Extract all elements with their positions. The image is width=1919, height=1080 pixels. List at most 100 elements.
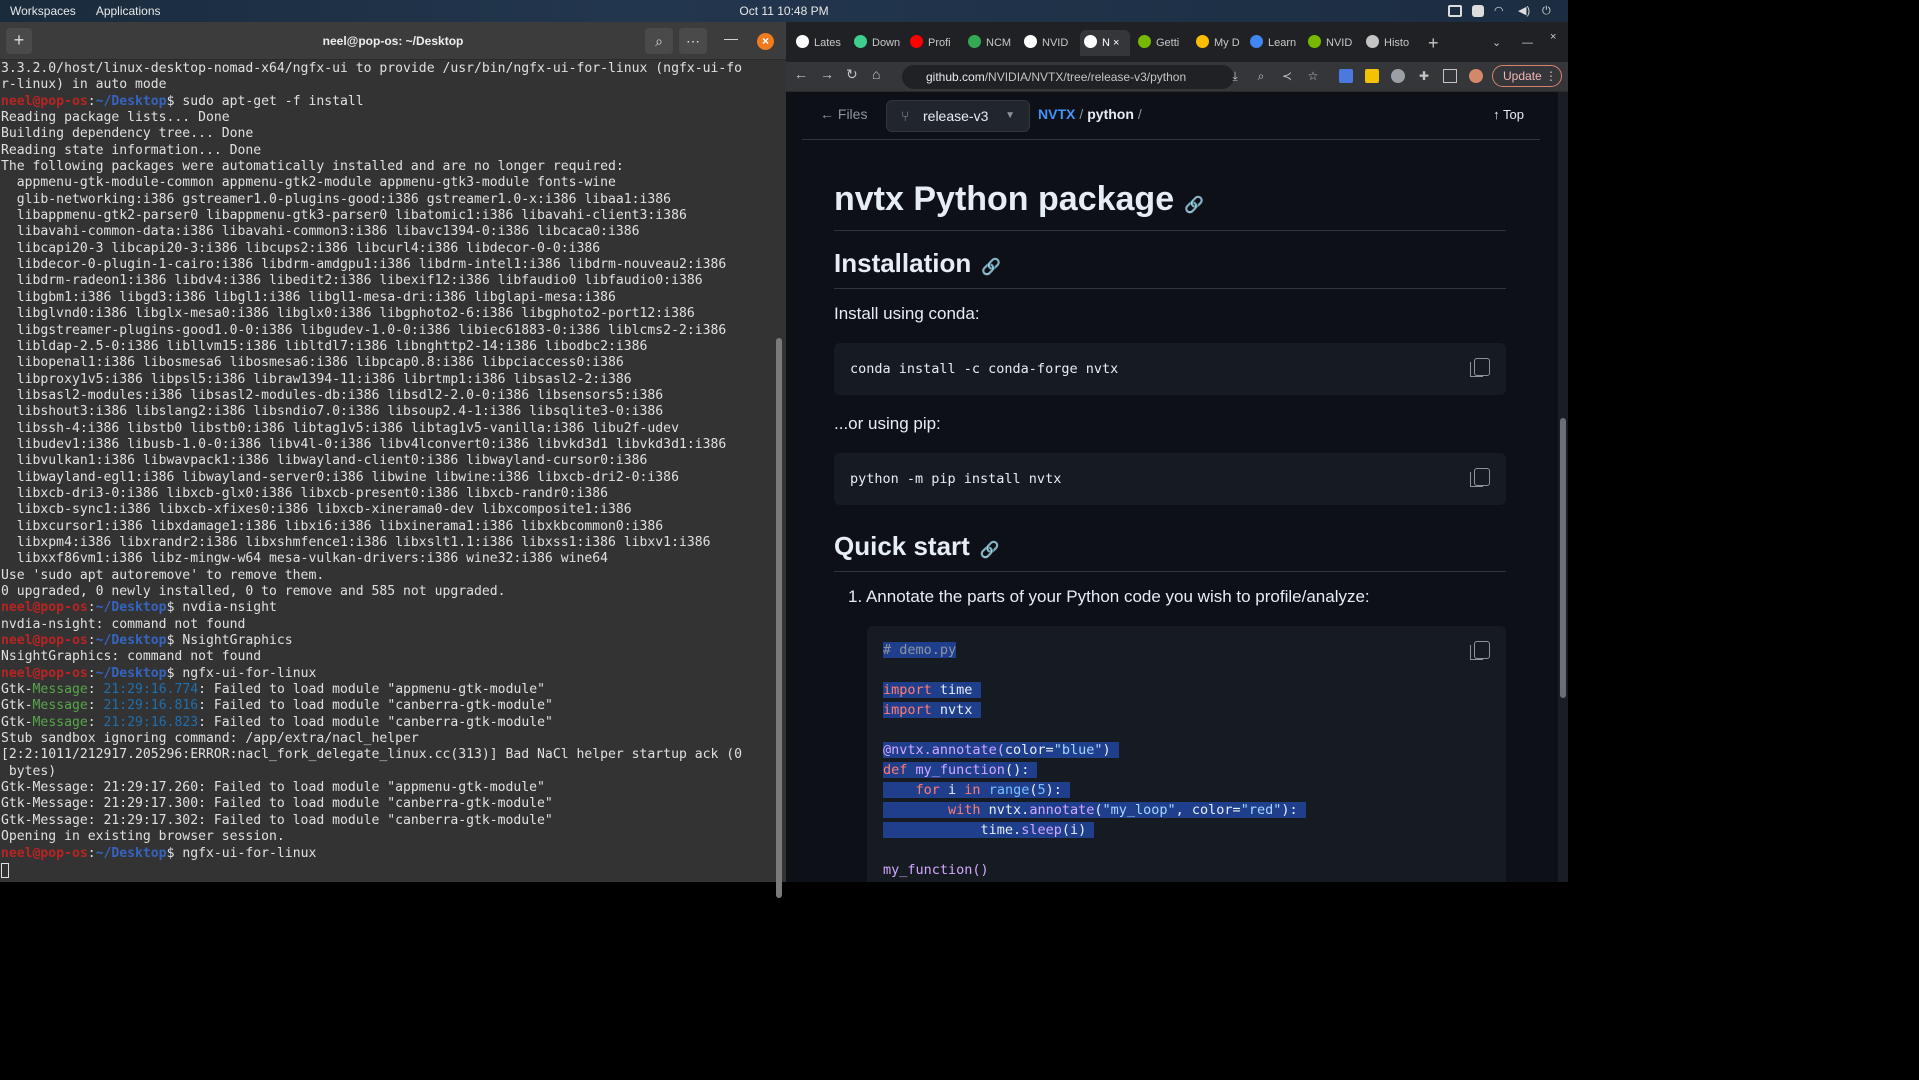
prompt-command: $ sudo apt-get -f install [166,93,364,109]
url-path: /NVIDIA/NVTX/tree/release-v3/python [984,70,1187,84]
volume-icon[interactable]: ◀) [1518,5,1532,17]
terminal-line: Gtk-Message: 21:29:17.300: Failed to loa… [1,796,553,812]
tiling-icon[interactable] [1448,5,1462,17]
code-function-name: annotate [1029,802,1095,818]
reload-icon[interactable]: ↻ [846,66,858,83]
tab-search-icon[interactable]: ⌄ [1492,30,1501,56]
terminal-scrollbar[interactable] [776,338,782,898]
code-keyword: def [883,762,908,778]
copy-icon[interactable] [1470,641,1490,660]
page-scrollbar-thumb[interactable] [1560,418,1566,698]
clock[interactable]: Oct 11 10:48 PM [0,0,1568,22]
avatar[interactable] [1469,69,1483,83]
update-button[interactable]: Update ⋮ [1492,65,1562,87]
terminal-window: + neel@pop-os: ~/Desktop ⌕ ⋯ — × 3.3.2.0… [0,22,786,898]
pip-code-block[interactable]: python -m pip install nvtx [834,453,1506,505]
applications-button[interactable]: Applications [86,0,171,22]
tab-favicon-icon [854,35,867,48]
tab-favicon-icon [796,35,809,48]
divider [834,288,1506,289]
terminal-line: nvdia-nsight: command not found [1,616,246,632]
minimize-icon[interactable]: — [1522,30,1533,56]
prompt-path: ~/Desktop [95,845,167,861]
browser-tab[interactable]: Down [854,30,908,56]
page-scrollbar[interactable] [1558,92,1568,882]
gtk-text: : Failed to load module "canberra-gtk-mo… [198,698,553,714]
workspaces-button[interactable]: Workspaces [0,0,86,22]
code-punct: ): [1045,782,1062,798]
browser-tab[interactable]: My D [1196,30,1250,56]
top-label: Top [1503,107,1524,122]
new-browser-tab-icon[interactable]: + [1428,30,1439,56]
quick-start-heading: Quick start 🔗 [834,531,1000,562]
copy-icon[interactable] [1470,468,1490,487]
prompt-colon: : [87,633,96,649]
notification-icon[interactable] [1472,5,1484,17]
prompt-command: $ ngfx-ui-for-linux [166,665,317,681]
terminal-cursor [1,863,9,879]
tab-close-icon[interactable]: × [1110,37,1119,49]
terminal-line: libxpm4:i386 libxrandr2:i386 libxshmfenc… [1,534,711,550]
link-icon[interactable]: 🔗 [980,542,1000,559]
terminal-line: neel@pop-os:~/Desktop$ NsightGraphics [1,633,774,649]
install-icon[interactable]: ⤓ [1228,69,1242,83]
branch-selector[interactable]: ⑂ release-v3 ▼ [886,100,1030,132]
close-icon[interactable]: × [1550,24,1556,50]
zoom-icon[interactable]: ⌕ [1254,69,1268,83]
extension-icon[interactable] [1391,69,1405,83]
terminal-line: libssh-4:i386 libstb0 libstb0:i386 libta… [1,420,679,436]
code-punct: (): [1004,762,1030,778]
wifi-icon[interactable]: ◠ [1494,5,1508,17]
browser-tab[interactable]: Lates [796,30,850,56]
browser-tab[interactable]: Learn [1250,30,1304,56]
copy-icon[interactable] [1470,358,1490,377]
browser-tab[interactable]: NVID [1308,30,1362,56]
demo-code-block[interactable]: # demo.py import time import nvtx @nvtx.… [867,626,1506,882]
browser-tab[interactable]: NVID [1024,30,1078,56]
notes-extension-icon[interactable] [1365,69,1379,83]
bookmark-star-icon[interactable]: ☆ [1306,69,1320,83]
address-bar[interactable]: github.com/NVIDIA/NVTX/tree/release-v3/p… [902,65,1234,89]
terminal-line: libxcursor1:i386 libxdamage1:i386 libxi6… [1,518,664,534]
files-button[interactable]: ← Files [820,106,867,122]
code-string: "red" [1240,802,1282,818]
browser-tab[interactable]: Getti [1138,30,1192,56]
link-icon[interactable]: 🔗 [1184,197,1204,214]
branch-icon: ⑂ [901,108,910,124]
gtk-prefix: Gtk- [1,682,33,698]
code-object: nvtx. [980,802,1030,818]
share-icon[interactable]: ≺ [1280,69,1294,83]
forward-icon[interactable]: → [820,66,834,82]
menu-dots-icon[interactable]: ⋯ [679,28,707,54]
terminal-line: appmenu-gtk-module-common appmenu-gtk2-m… [1,175,616,191]
quick-start-step-1: 1. Annotate the parts of your Python cod… [848,587,1370,606]
home-icon[interactable]: ⌂ [872,66,880,82]
extensions-puzzle-icon[interactable]: ✚ [1417,69,1431,83]
tab-label: Down [872,37,901,49]
terminal-line: libgbm1:i386 libgd3:i386 libgl1:i386 lib… [1,289,616,305]
conda-command: conda install -c conda-forge nvtx [850,361,1119,377]
close-icon[interactable]: × [757,33,774,50]
browser-tab[interactable]: Histo [1366,30,1420,56]
terminal-line: Reading state information... Done [1,142,262,158]
back-to-top-button[interactable]: ↑ Top [1493,107,1524,122]
power-icon[interactable]: ⏻ [1542,5,1556,17]
terminal-line: libdrm-radeon1:i386 libdv4:i386 libedit2… [1,273,703,289]
terminal-line: libxcb-dri3-0:i386 libxcb-glx0:i386 libx… [1,485,608,501]
update-label: Update [1503,69,1542,83]
back-icon[interactable]: ← [794,66,808,82]
search-icon[interactable]: ⌕ [645,28,673,54]
browser-tab[interactable]: N × [1080,30,1130,56]
terminal-output[interactable]: 3.3.2.0/host/linux-desktop-nomad-x64/ngf… [0,61,774,882]
breadcrumb-separator: / [1137,106,1142,122]
prompt-colon: : [87,93,96,109]
minimize-icon[interactable]: — [724,30,738,46]
link-icon[interactable]: 🔗 [981,259,1001,276]
side-panel-icon[interactable] [1443,69,1457,83]
code-punct: ) [1102,742,1111,758]
browser-tab[interactable]: NCM [968,30,1022,56]
browser-tab[interactable]: Profi [910,30,964,56]
conda-code-block[interactable]: conda install -c conda-forge nvtx [834,343,1506,395]
translate-extension-icon[interactable] [1339,69,1353,83]
breadcrumb-repo-link[interactable]: NVTX [1038,106,1075,122]
